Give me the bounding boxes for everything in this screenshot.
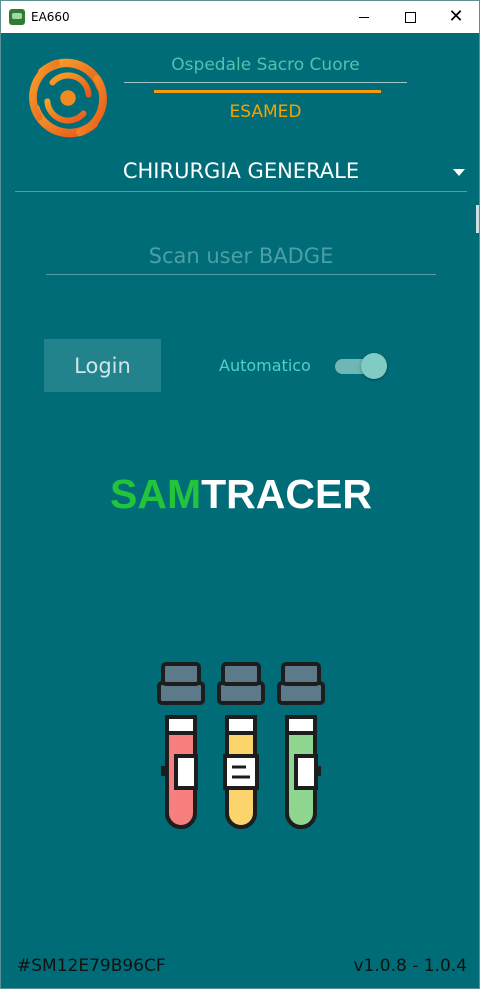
minimize-icon [359, 16, 369, 18]
brand-part-tracer: TRACER [201, 471, 372, 517]
window-title: EA660 [31, 10, 70, 24]
maximize-icon [404, 11, 416, 23]
app-version: v1.0.8 - 1.0.4 [353, 956, 467, 976]
toggle-thumb [361, 353, 387, 379]
hospital-logo-icon [29, 58, 107, 138]
tube-green [277, 662, 325, 829]
device-id: #SM12E79B96CF [17, 956, 166, 976]
department-dropdown[interactable]: CHIRURGIA GENERALE [15, 153, 467, 192]
tube-red [157, 662, 205, 829]
automatic-label: Automatico [219, 356, 311, 375]
close-button[interactable]: ✕ [433, 1, 479, 33]
badge-input[interactable] [46, 238, 436, 275]
department-selected: CHIRURGIA GENERALE [122, 159, 360, 183]
chevron-down-icon [453, 169, 465, 176]
company-name: ESAMED [229, 102, 302, 122]
automatic-toggle[interactable] [335, 353, 389, 379]
hospital-underline [124, 82, 407, 83]
close-icon: ✕ [448, 6, 464, 27]
scrollbar-edge [476, 205, 479, 233]
tube-yellow [217, 662, 265, 829]
window-controls: ✕ [341, 1, 479, 33]
accent-divider [154, 90, 381, 93]
app-window: EA660 ✕ Ospedale Sacro Cuore ESAMED CHIR… [0, 0, 480, 989]
brand-logo: SAMTRACER [1, 471, 480, 518]
test-tubes-icon [157, 662, 325, 829]
title-bar[interactable]: EA660 ✕ [1, 1, 479, 33]
maximize-button[interactable] [387, 1, 433, 33]
login-button[interactable]: Login [44, 339, 161, 392]
app-icon [9, 9, 25, 25]
hospital-name: Ospedale Sacro Cuore [171, 55, 360, 75]
minimize-button[interactable] [341, 1, 387, 33]
brand-part-sam: SAM [110, 471, 202, 517]
